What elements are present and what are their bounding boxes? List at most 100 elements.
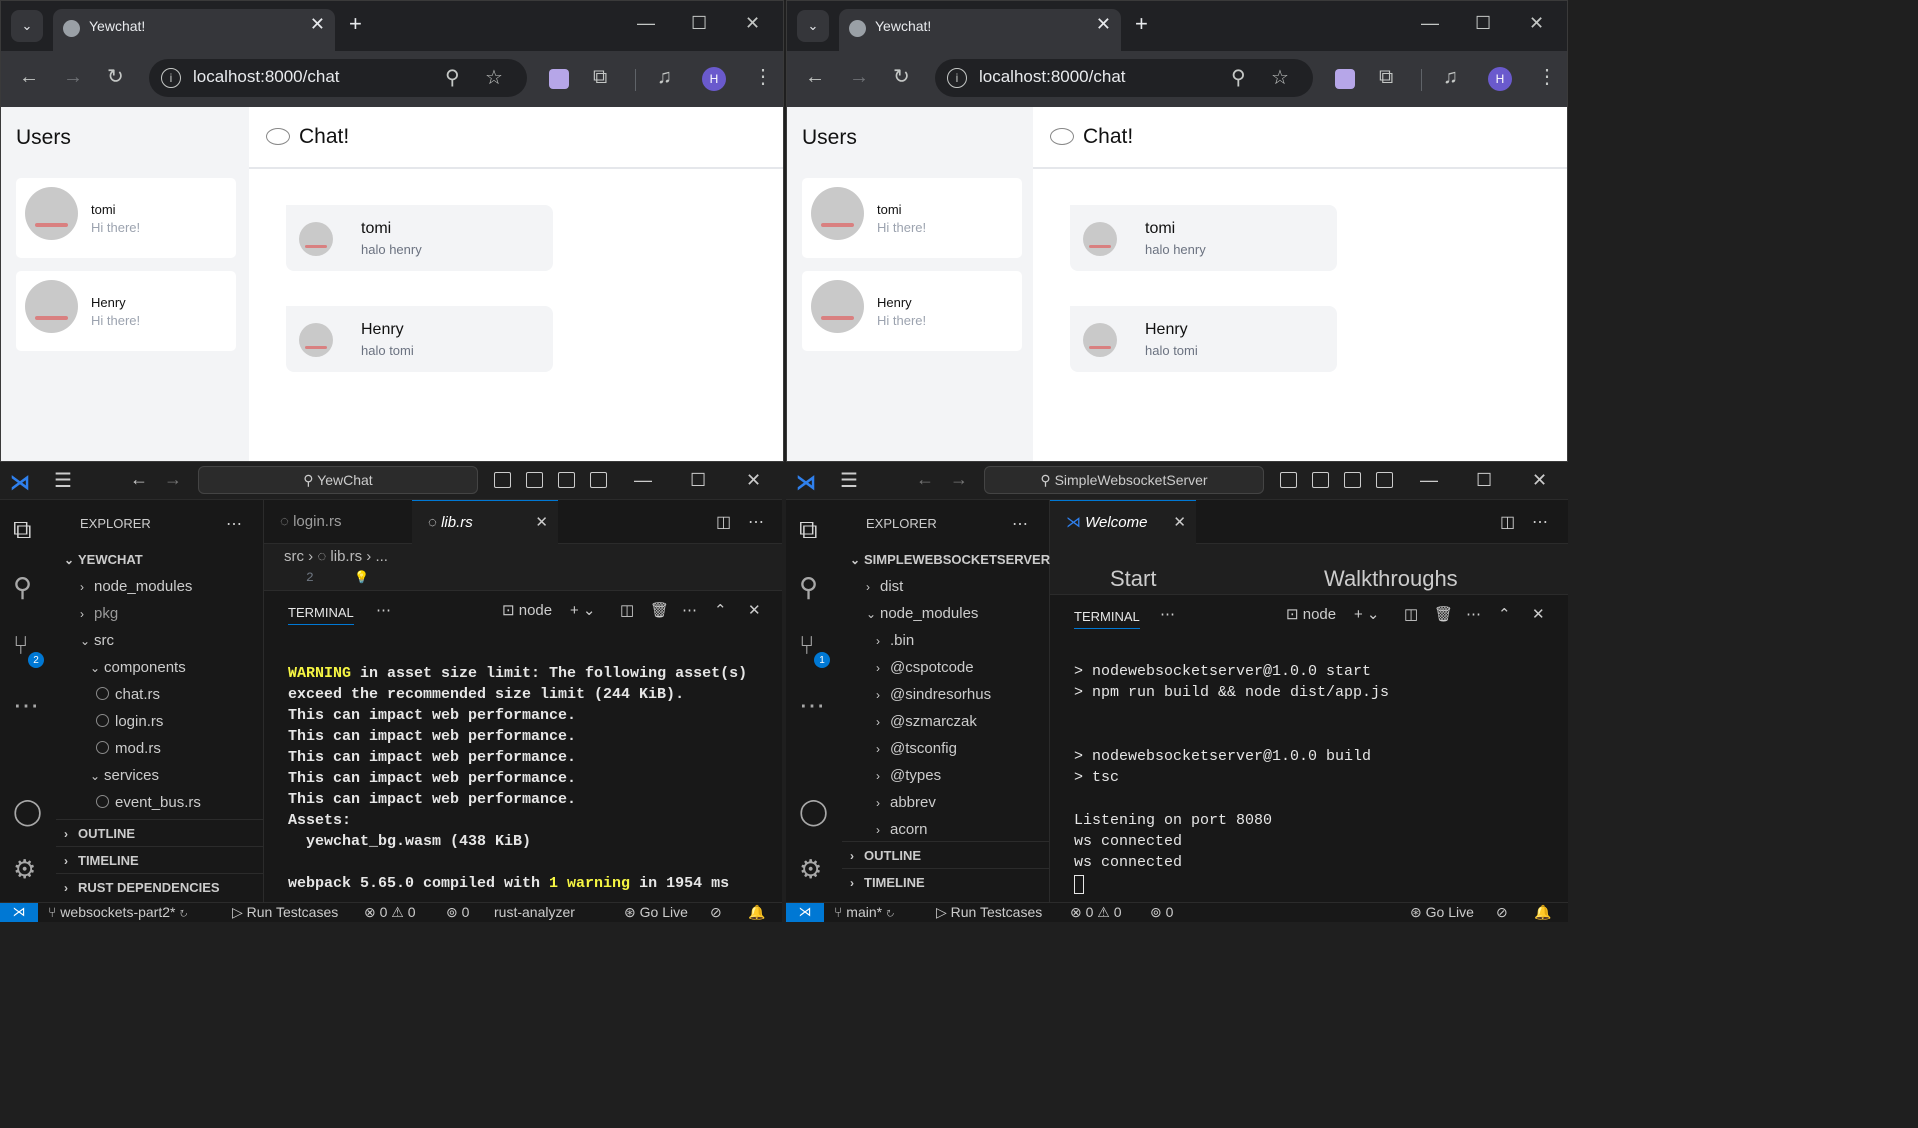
close-tab-icon[interactable]: ✕ [535, 501, 548, 545]
reload-icon[interactable]: ↻ [107, 65, 124, 89]
maximize-button[interactable]: ☐ [690, 470, 706, 491]
toggle-secondary-sidebar-icon[interactable] [558, 472, 575, 488]
outline-section[interactable]: › OUTLINE [56, 819, 263, 846]
forward-arrow-icon[interactable]: → [950, 469, 968, 490]
split-editor-icon[interactable]: ◫ [716, 512, 731, 532]
search-icon[interactable]: ⚲ [13, 572, 32, 603]
close-panel-icon[interactable]: ✕ [748, 601, 761, 619]
new-tab-button[interactable]: + [349, 11, 362, 37]
split-terminal-icon[interactable]: ◫ [620, 601, 634, 619]
address-bar[interactable]: i localhost:8000/chat ⚲ ☆ [149, 59, 527, 97]
terminal-more-icon[interactable]: ⋯ [682, 601, 697, 619]
tree-item[interactable]: › @tsconfig [842, 735, 1049, 762]
search-icon[interactable]: ⚲ [799, 572, 818, 603]
panel-more-icon[interactable]: ⋯ [1160, 605, 1175, 623]
toggle-panel-icon[interactable] [526, 472, 543, 488]
zoom-icon[interactable]: ⚲ [445, 65, 460, 90]
rust-analyzer-status[interactable]: rust-analyzer [494, 904, 575, 920]
close-window-button[interactable]: ✕ [746, 470, 761, 491]
explorer-more-icon[interactable]: ⋯ [1012, 514, 1028, 534]
back-arrow-icon[interactable]: ← [130, 469, 148, 490]
trash-icon[interactable]: 🗑 [1434, 605, 1453, 623]
address-bar[interactable]: i localhost:8000/chat ⚲ ☆ [935, 59, 1313, 97]
command-center-search[interactable]: ⚲ SimpleWebsocketServer [984, 466, 1264, 494]
notifications-bell-icon[interactable]: 🔔 [748, 904, 765, 921]
tree-item[interactable]: ⌄ src [56, 627, 263, 654]
menu-icon[interactable]: ☰ [840, 468, 858, 493]
notifications-bell-icon[interactable]: 🔔 [1534, 904, 1551, 921]
breadcrumb-more[interactable]: ... [375, 548, 388, 565]
extension-icon[interactable] [549, 69, 569, 89]
explorer-icon[interactable]: ⧉ [13, 514, 32, 546]
go-live-button[interactable]: ⊛ Go Live [1410, 904, 1474, 921]
extensions-puzzle-icon[interactable]: ⧉ [593, 65, 607, 89]
bookmark-star-icon[interactable]: ☆ [485, 65, 503, 90]
profile-avatar[interactable]: H [1488, 67, 1512, 91]
editor-more-icon[interactable]: ⋯ [1532, 512, 1548, 532]
gear-icon[interactable]: ⚙ [799, 854, 822, 885]
terminal-tab[interactable]: TERMINAL [288, 605, 354, 625]
new-terminal-icon[interactable]: + ⌄ [1354, 605, 1380, 623]
explorer-icon[interactable]: ⧉ [799, 514, 818, 546]
user-card[interactable]: tomi Hi there! [16, 178, 236, 258]
editor-more-icon[interactable]: ⋯ [748, 512, 764, 532]
media-controls-icon[interactable]: ♫ [1443, 65, 1458, 89]
minimize-button[interactable]: — [1421, 13, 1439, 34]
tree-item[interactable]: ⌄ components [56, 654, 263, 681]
zoom-icon[interactable]: ⚲ [1231, 65, 1246, 90]
browser-tab[interactable]: Yewchat! ✕ [839, 9, 1121, 51]
back-icon[interactable]: ← [805, 65, 825, 89]
maximize-panel-icon[interactable]: ⌃ [714, 601, 727, 619]
problems-status[interactable]: ⊗ 0 ⚠ 0 [1070, 904, 1122, 921]
close-tab-icon[interactable]: ✕ [310, 14, 325, 35]
remote-icon[interactable]: ⋊ [0, 903, 38, 922]
menu-icon[interactable]: ☰ [54, 468, 72, 493]
terminal-tab[interactable]: TERMINAL [1074, 609, 1140, 629]
copilot-icon[interactable]: ⊘ [710, 904, 722, 921]
source-control-icon[interactable]: ⑂ [13, 630, 29, 661]
go-live-button[interactable]: ⊛ Go Live [624, 904, 688, 921]
gear-icon[interactable]: ⚙ [13, 854, 36, 885]
tree-item[interactable]: › node_modules [56, 573, 263, 600]
copilot-icon[interactable]: ⊘ [1496, 904, 1508, 921]
run-testcases[interactable]: ▷ Run Testcases [936, 904, 1042, 921]
explorer-more-icon[interactable]: ⋯ [226, 514, 242, 534]
workspace-root[interactable]: ⌄ YEWCHAT [56, 546, 263, 573]
maximize-button[interactable]: ☐ [691, 13, 707, 34]
customize-layout-icon[interactable] [1376, 472, 1393, 488]
command-center-search[interactable]: ⚲ YewChat [198, 466, 478, 494]
menu-kebab-icon[interactable]: ⋮ [753, 65, 773, 89]
timeline-section[interactable]: › TIMELINE [56, 846, 263, 873]
terminal-shell-selector[interactable]: ⊡ node [1286, 605, 1336, 623]
back-arrow-icon[interactable]: ← [916, 469, 934, 490]
reload-icon[interactable]: ↻ [893, 65, 910, 89]
panel-more-icon[interactable]: ⋯ [376, 601, 391, 619]
close-window-button[interactable]: ✕ [1529, 13, 1544, 34]
source-control-icon[interactable]: ⑂ [799, 630, 815, 661]
tab-login-rs[interactable]: ◌ login.rs [264, 500, 410, 544]
tree-file[interactable]: login.rs [56, 708, 263, 735]
trash-icon[interactable]: 🗑 [650, 601, 669, 619]
accounts-icon[interactable]: ◯ [799, 796, 828, 827]
close-window-button[interactable]: ✕ [745, 13, 760, 34]
tree-item[interactable]: › .bin [842, 627, 1049, 654]
ports-status[interactable]: ⊚ 0 [1150, 904, 1173, 921]
tree-file[interactable]: event_bus.rs [56, 789, 263, 816]
tree-file[interactable]: mod.rs [56, 735, 263, 762]
toggle-secondary-sidebar-icon[interactable] [1344, 472, 1361, 488]
tree-item[interactable]: › @cspotcode [842, 654, 1049, 681]
forward-icon[interactable]: → [63, 65, 83, 89]
tree-item[interactable]: ⌄ node_modules [842, 600, 1049, 627]
tree-item[interactable]: ⌄ services [56, 762, 263, 789]
close-tab-icon[interactable]: ✕ [1173, 501, 1186, 545]
breadcrumb-src[interactable]: src [284, 548, 304, 565]
tree-item[interactable]: › @sindresorhus [842, 681, 1049, 708]
maximize-button[interactable]: ☐ [1475, 13, 1491, 34]
extension-icon[interactable] [1335, 69, 1355, 89]
new-terminal-icon[interactable]: + ⌄ [570, 601, 596, 619]
minimize-button[interactable]: — [637, 13, 655, 34]
terminal-more-icon[interactable]: ⋯ [1466, 605, 1481, 623]
problems-status[interactable]: ⊗ 0 ⚠ 0 [364, 904, 416, 921]
user-card[interactable]: Henry Hi there! [16, 271, 236, 351]
split-terminal-icon[interactable]: ◫ [1404, 605, 1418, 623]
